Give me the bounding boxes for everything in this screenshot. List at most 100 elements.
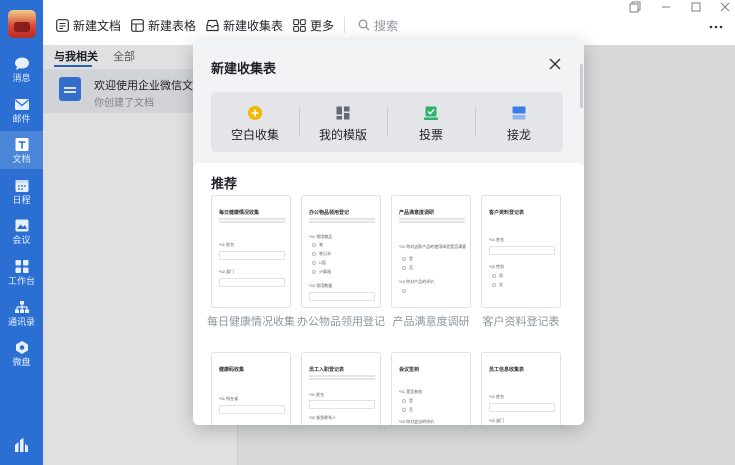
- sidebar-item-workbench[interactable]: 工作台: [0, 253, 43, 291]
- card-question: *02 你对产品的评价: [399, 279, 435, 284]
- card-option: 笔: [319, 242, 323, 247]
- close-window-icon[interactable]: [718, 1, 732, 13]
- sidebar-item-docs[interactable]: 文档: [0, 131, 43, 169]
- sidebar-item-label: 工作台: [7, 276, 35, 286]
- radio-preview: [402, 408, 406, 412]
- blank-form-button[interactable]: 空白收集: [211, 92, 299, 152]
- card-option: 是: [409, 256, 413, 261]
- vote-icon: [424, 106, 438, 120]
- more-button[interactable]: 更多: [293, 15, 334, 35]
- card-description: [219, 218, 285, 220]
- calendar-icon: [15, 180, 28, 192]
- card-title: 员工信息收集表: [489, 367, 525, 373]
- radio-preview: [402, 266, 406, 270]
- card-question: *02 部门: [489, 418, 505, 423]
- create-options: 空白收集 我的模版 投票 接龙: [211, 92, 563, 152]
- card-input-preview: [309, 400, 375, 409]
- vote-button[interactable]: 投票: [387, 92, 475, 152]
- sidebar-item-drive[interactable]: 微盘: [0, 334, 43, 372]
- card-question: *01 姓名: [219, 242, 235, 247]
- meeting-icon: [15, 219, 28, 232]
- recommend-section: 推荐 每日健康情况收集 *01 姓名 *02 部门 每日健康情况收集 办公物品领…: [193, 163, 584, 425]
- card-option: 是: [409, 398, 413, 403]
- radio-preview: [492, 274, 496, 278]
- drive-icon: [15, 341, 28, 354]
- search-box[interactable]: 搜索: [358, 15, 398, 35]
- new-sheet-button[interactable]: 新建表格: [131, 15, 196, 35]
- option-label: 我的模版: [318, 128, 367, 142]
- card-input-preview: [489, 403, 555, 412]
- minimize-icon[interactable]: [659, 1, 673, 13]
- sidebar-item-label: 消息: [12, 73, 31, 83]
- template-label[interactable]: 每日健康情况收集: [202, 316, 300, 329]
- stats-icon[interactable]: [13, 437, 30, 453]
- sidebar-item-contacts[interactable]: 通讯录: [0, 294, 43, 332]
- template-label[interactable]: 客户资料登记表: [472, 316, 570, 329]
- card-question: *02 你对会议的评价: [399, 419, 435, 424]
- template-card[interactable]: 产品满意度调研 *01 你对这款产品的使用体验是否满意 是 否 *02 你对产品…: [391, 195, 471, 308]
- card-input-preview: [219, 278, 285, 287]
- option-label: 投票: [418, 128, 443, 142]
- close-icon[interactable]: [548, 57, 562, 71]
- template-card[interactable]: 员工入职登记表 *01 姓名 *02 紧急联系人: [301, 352, 381, 425]
- template-label[interactable]: 办公物品领用登记: [292, 316, 390, 329]
- sidebar: 消息 邮件 文档 日程 会议 工作台 通讯录 微盘: [0, 0, 43, 465]
- template-card[interactable]: 健康码收集 *01 所在省: [211, 352, 291, 425]
- radio-preview: [492, 283, 496, 287]
- card-title: 员工入职登记表: [309, 367, 345, 373]
- card-question: *02 紧急联系人: [309, 415, 337, 420]
- sidebar-item-mail[interactable]: 邮件: [0, 91, 43, 129]
- org-chart-icon: [14, 301, 29, 313]
- card-option: U盘: [319, 260, 326, 265]
- card-question: *02 性别: [489, 264, 505, 269]
- card-option: 否: [409, 265, 413, 270]
- card-description: [399, 218, 465, 220]
- radio-preview: [402, 257, 406, 261]
- new-doc-button[interactable]: 新建文档: [56, 15, 121, 35]
- new-sheet-label: 新建表格: [148, 18, 197, 33]
- card-option: 男: [499, 273, 503, 278]
- template-label[interactable]: 产品满意度调研: [382, 316, 480, 329]
- top-toolbar: 新建文档 新建表格 新建收集表 更多 搜索: [43, 0, 735, 45]
- sidebar-item-meeting[interactable]: 会议: [0, 212, 43, 250]
- mail-icon: [14, 99, 29, 110]
- template-card[interactable]: 会议签到 *01 是否参加 是 否 *02 你对会议的评价: [391, 352, 471, 425]
- template-card[interactable]: 员工信息收集表 *01 姓名 *02 部门: [481, 352, 561, 425]
- card-input-preview: [309, 292, 375, 301]
- template-card[interactable]: 每日健康情况收集 *01 姓名 *02 部门: [211, 195, 291, 308]
- card-option: 笔记本: [319, 251, 331, 256]
- relay-button[interactable]: 接龙: [475, 92, 563, 152]
- sidebar-item-label: 日程: [12, 195, 31, 205]
- relay-icon: [512, 106, 526, 120]
- sidebar-item-calendar[interactable]: 日程: [0, 172, 43, 210]
- more-apps-icon: [293, 18, 306, 32]
- sidebar-item-messages[interactable]: 消息: [0, 50, 43, 88]
- card-option: 计算器: [319, 269, 331, 274]
- new-form-button[interactable]: 新建收集表: [206, 15, 283, 35]
- avatar[interactable]: [8, 10, 36, 38]
- template-card[interactable]: 客户资料登记表 *01 姓名 *02 性别 男 女: [481, 195, 561, 308]
- radio-preview: [312, 252, 316, 256]
- card-description: [309, 218, 375, 220]
- restore-window-icon[interactable]: [628, 1, 642, 13]
- radio-preview: [312, 243, 316, 247]
- apps-grid-icon: [15, 260, 28, 273]
- maximize-icon[interactable]: [689, 1, 703, 13]
- card-option: 否: [409, 407, 413, 412]
- dialog-title: 新建收集表: [211, 61, 277, 76]
- chat-bubble-icon: [14, 57, 29, 70]
- my-templates-button[interactable]: 我的模版: [299, 92, 387, 152]
- new-doc-icon: [56, 18, 69, 32]
- more-dots-icon[interactable]: [709, 25, 723, 29]
- card-title: 产品满意度调研: [399, 210, 435, 216]
- card-title: 健康码收集: [219, 367, 245, 373]
- card-input-preview: [219, 251, 285, 260]
- radio-preview: [312, 261, 316, 265]
- more-label: 更多: [310, 18, 335, 33]
- card-question: *01 是否参加: [399, 389, 423, 394]
- plus-circle-icon: [248, 106, 262, 120]
- card-question: *01 姓名: [489, 237, 505, 242]
- scrollbar[interactable]: [580, 64, 583, 108]
- template-card[interactable]: 办公物品领用登记 *01 领用物品 笔 笔记本 U盘 计算器 *02 领用数量: [301, 195, 381, 308]
- card-title: 会议签到: [399, 367, 420, 373]
